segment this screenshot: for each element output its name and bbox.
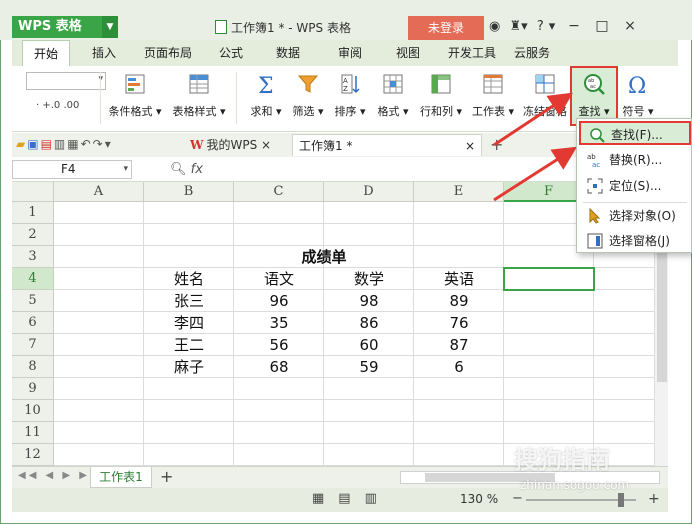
menu-divider — [583, 202, 687, 203]
replace-icon: abac — [587, 153, 600, 168]
arrow-to-find-item — [493, 146, 578, 202]
find-dropdown-menu: 查找(F)... ab ac 替换(R)... 定位(S)... 选择对象(O) … — [576, 118, 692, 253]
annotation-arrows — [493, 92, 578, 202]
menu-item-replace[interactable]: ab ac 替换(R)... — [579, 148, 691, 172]
svg-text:ab: ab — [587, 153, 596, 161]
menu-item-selection-pane[interactable]: 选择窗格(J) — [579, 229, 691, 253]
goto-icon — [587, 178, 603, 194]
arrow-to-find-button — [493, 92, 574, 147]
select-object-icon — [589, 208, 601, 224]
find-icon — [590, 128, 605, 143]
menu-item-goto[interactable]: 定位(S)... — [579, 174, 691, 198]
menu-item-find[interactable]: 查找(F)... — [579, 121, 691, 145]
selection-pane-icon — [587, 233, 603, 249]
svg-text:ac: ac — [592, 161, 600, 168]
menu-item-select-object[interactable]: 选择对象(O) — [579, 204, 691, 228]
